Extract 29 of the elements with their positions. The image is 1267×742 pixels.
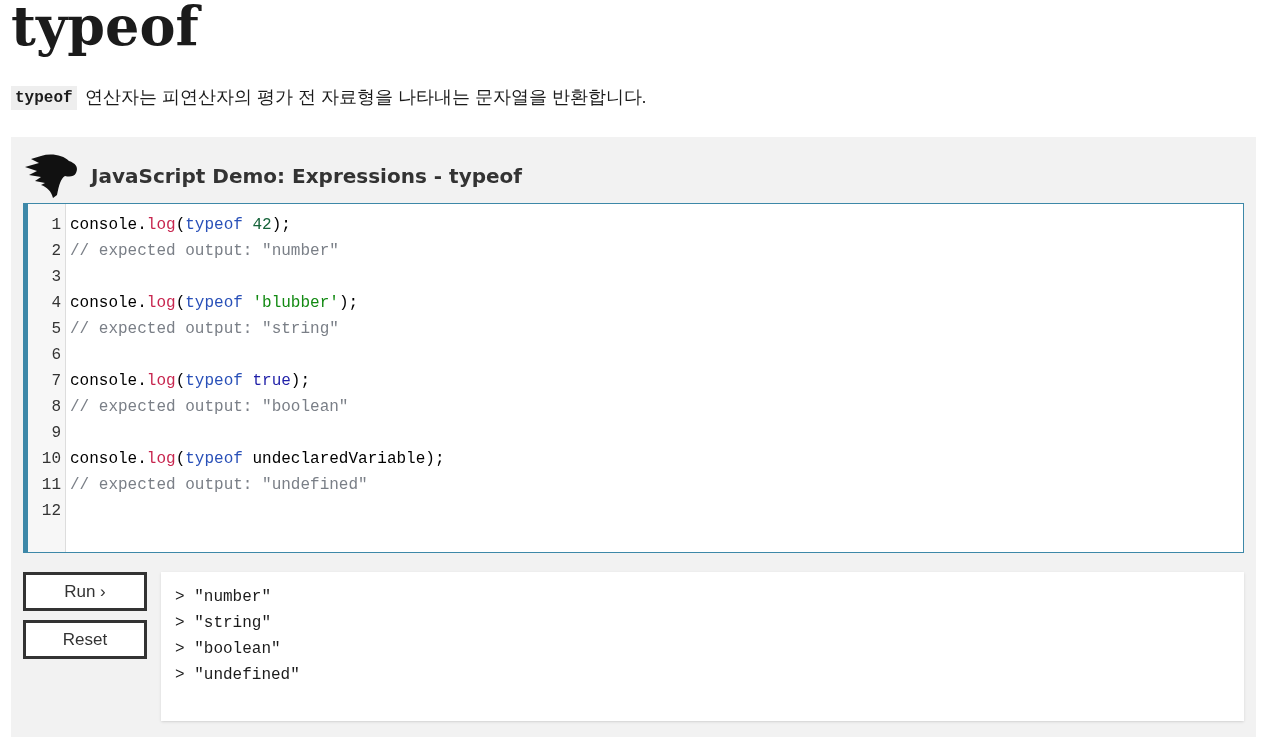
code-line: console.log(typeof undeclaredVariable); [70, 449, 445, 470]
demo-title: JavaScript Demo: Expressions - typeof [91, 163, 522, 190]
code-line: // expected output: "boolean" [70, 397, 349, 418]
code-line: // expected output: "number" [70, 241, 339, 262]
code-line: console.log(typeof 42); [70, 215, 291, 236]
output-line: > "boolean" [175, 639, 281, 660]
code-line: // expected output: "string" [70, 319, 339, 340]
line-number: 3 [51, 267, 61, 288]
output-line: > "string" [175, 613, 271, 634]
line-number: 12 [41, 501, 61, 522]
line-number: 7 [51, 371, 61, 392]
line-number: 10 [41, 449, 61, 470]
line-number: 11 [41, 475, 61, 496]
code-line: // expected output: "undefined" [70, 475, 368, 496]
line-number: 2 [51, 241, 61, 262]
code-line: console.log(typeof 'blubber'); [70, 293, 359, 314]
line-number: 8 [51, 397, 61, 418]
reset-button[interactable]: Reset [23, 620, 147, 659]
line-number: 6 [51, 345, 61, 366]
description-text: 연산자는 피연산자의 평가 전 자료형을 나타내는 문자열을 반환합니다. [84, 86, 647, 109]
run-button[interactable]: Run › [23, 572, 147, 611]
inline-code: typeof [11, 85, 77, 110]
output-line: > "number" [175, 587, 271, 608]
line-number: 9 [51, 423, 61, 444]
line-number: 4 [51, 293, 61, 314]
line-number: 1 [51, 215, 61, 236]
code-line: console.log(typeof true); [70, 371, 311, 392]
line-number: 5 [51, 319, 61, 340]
output-line: > "undefined" [175, 665, 300, 686]
